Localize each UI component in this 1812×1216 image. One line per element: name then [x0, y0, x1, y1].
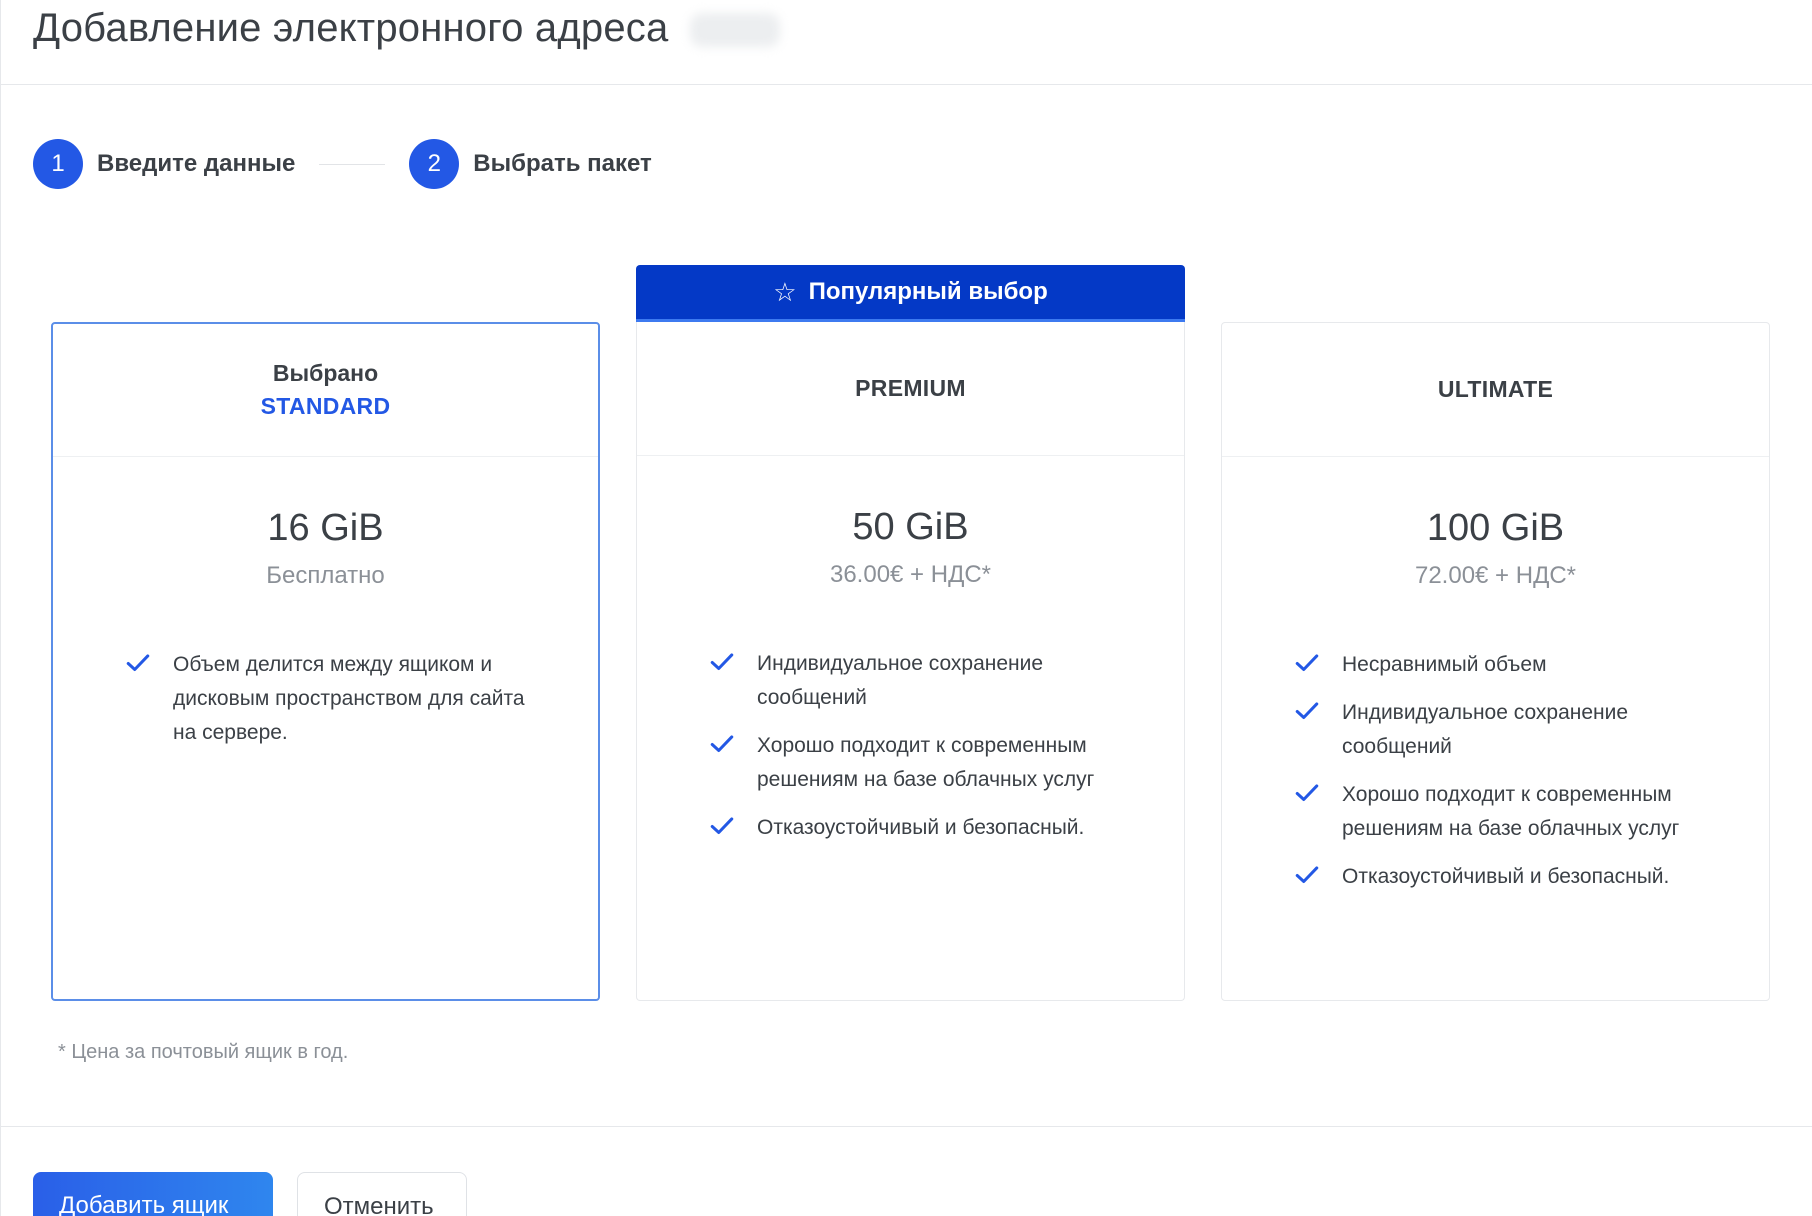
step-number: 2 — [409, 139, 460, 189]
step-connector — [319, 163, 386, 165]
stepper: 1 Введите данные 2 Выбрать пакет — [33, 139, 652, 189]
check-icon — [710, 735, 734, 753]
plan-size: 50 GiB — [852, 506, 969, 548]
feature-item: Отказоустойчивый и безопасный. — [709, 811, 1124, 845]
feature-text: Индивидуальное сохранение сообщений — [1342, 701, 1629, 758]
feature-text: Объем делится между ящиком и дисковым пр… — [173, 653, 525, 744]
plan-cards: ☆ Популярный выбор Выбрано STANDARD 16 G… — [51, 265, 1771, 1001]
plan-size: 16 GiB — [267, 507, 384, 549]
step-label: Выбрать пакет — [473, 150, 652, 177]
check-icon — [1295, 702, 1319, 720]
feature-text: Несравнимый объем — [1342, 653, 1547, 676]
step-enter-data[interactable]: 1 Введите данные — [33, 139, 295, 189]
plan-name: PREMIUM — [855, 375, 966, 401]
plan-price: Бесплатно — [266, 562, 385, 589]
feature-item: Хорошо подходит к современным решениям н… — [1294, 778, 1709, 846]
feature-item: Отказоустойчивый и безопасный. — [1294, 860, 1709, 894]
plan-card-header: ULTIMATE — [1222, 323, 1769, 457]
plan-card-header: PREMIUM — [637, 322, 1184, 456]
feature-text: Хорошо подходит к современным решениям н… — [1342, 783, 1680, 840]
check-icon — [1295, 654, 1319, 672]
add-mailbox-button[interactable]: Добавить ящик — [33, 1172, 273, 1216]
plan-price: 72.00€ + НДС* — [1414, 562, 1576, 589]
check-icon — [710, 653, 734, 671]
feature-text: Индивидуальное сохранение сообщений — [757, 652, 1044, 709]
plan-card-premium[interactable]: PREMIUM 50 GiB 36.00€ + НДС* Индивидуаль… — [636, 322, 1185, 1001]
feature-item: Индивидуальное сохранение сообщений — [709, 647, 1124, 715]
star-outline-icon: ☆ — [773, 276, 797, 307]
plan-card-ultimate[interactable]: ULTIMATE 100 GiB 72.00€ + НДС* Несравним… — [1221, 322, 1770, 1001]
feature-item: Несравнимый объем — [1294, 648, 1709, 682]
price-footnote: * Цена за почтовый ящик в год. — [58, 1041, 349, 1063]
step-choose-package[interactable]: 2 Выбрать пакет — [409, 139, 652, 189]
feature-item: Хорошо подходит к современным решениям н… — [709, 729, 1124, 797]
feature-item: Объем делится между ящиком и дисковым пр… — [125, 648, 538, 750]
step-label: Введите данные — [97, 150, 296, 177]
feature-list: Несравнимый объем Индивидуальное сохране… — [1222, 648, 1769, 894]
page: Добавление электронного адреса 1 Введите… — [0, 0, 1812, 1216]
plan-size: 100 GiB — [1426, 507, 1565, 549]
check-icon — [710, 817, 734, 835]
check-icon — [1295, 866, 1319, 884]
check-icon — [1295, 784, 1319, 802]
check-icon — [126, 654, 150, 672]
redacted-domain — [690, 13, 781, 47]
plan-card-standard[interactable]: Выбрано STANDARD 16 GiB Бесплатно Объем … — [51, 322, 600, 1001]
plan-name: STANDARD — [260, 393, 391, 419]
feature-item: Индивидуальное сохранение сообщений — [1294, 696, 1709, 764]
feature-text: Отказоустойчивый и безопасный. — [757, 816, 1085, 839]
popular-choice-banner: ☆ Популярный выбор — [636, 265, 1185, 322]
step-number: 1 — [33, 139, 83, 189]
selected-caption: Выбрано — [272, 360, 379, 386]
feature-text: Отказоустойчивый и безопасный. — [1342, 865, 1670, 888]
page-title: Добавление электронного адреса — [33, 5, 669, 50]
feature-list: Индивидуальное сохранение сообщений Хоро… — [637, 647, 1184, 845]
page-header: Добавление электронного адреса — [1, 0, 1812, 85]
plan-price: 36.00€ + НДС* — [829, 561, 991, 588]
feature-text: Хорошо подходит к современным решениям н… — [757, 734, 1095, 791]
feature-list: Объем делится между ящиком и дисковым пр… — [53, 648, 598, 750]
plan-card-header: Выбрано STANDARD — [53, 324, 598, 457]
cancel-button[interactable]: Отменить — [297, 1172, 467, 1216]
form-footer: Добавить ящик Отменить — [1, 1126, 1812, 1216]
plan-name: ULTIMATE — [1437, 376, 1554, 402]
popular-choice-label: Популярный выбор — [808, 278, 1048, 305]
